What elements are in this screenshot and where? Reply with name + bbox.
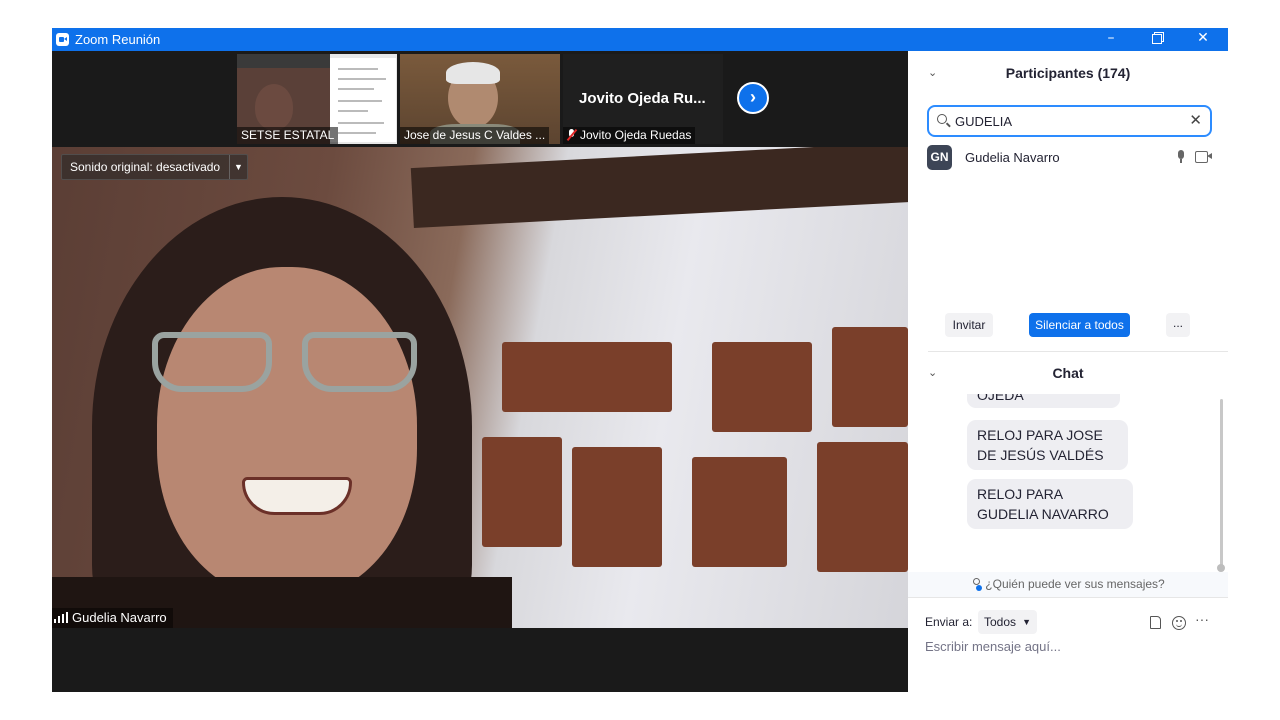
active-speaker-video: Sonido original: desactivado ▼ Gudelia N… [52, 147, 908, 628]
chevron-down-icon[interactable]: ⌄ [928, 353, 937, 393]
chat-message: RELOJ PARA GUDELIA NAVARRO [967, 479, 1133, 529]
speaker-face [157, 267, 417, 597]
participant-row[interactable]: GN Gudelia Navarro [927, 145, 1217, 171]
restore-icon [1152, 34, 1162, 44]
thumbnail-strip: SETSE ESTATAL Jose de Jesus C Valdes ...… [52, 51, 908, 147]
chat-message: RELOJ PARA JOSE DE JESÚS VALDÉS [967, 420, 1128, 470]
mic-icon[interactable] [1177, 150, 1185, 163]
send-to-label: Enviar a: [925, 615, 973, 629]
chat-messages: OJEDA RELOJ PARA JOSE DE JESÚS VALDÉS RE… [908, 394, 1228, 570]
mute-all-button[interactable]: Silenciar a todos [1029, 313, 1130, 337]
scrollbar-thumb[interactable] [1217, 564, 1225, 572]
zoom-window: Zoom Reunión – ✕ SETSE ESTATAL Jose de J… [52, 28, 1228, 692]
signal-strength-icon [54, 612, 68, 623]
clear-icon[interactable]: ✕ [1189, 111, 1202, 129]
thumbnail-name: SETSE ESTATAL [237, 127, 339, 144]
shared-document [330, 58, 396, 142]
minimize-button[interactable]: – [1088, 28, 1134, 51]
video-area: SETSE ESTATAL Jose de Jesus C Valdes ...… [52, 51, 908, 692]
zoom-app-icon [56, 33, 69, 46]
window-title: Zoom Reunión [75, 32, 161, 47]
invite-button[interactable]: Invitar [945, 313, 993, 337]
original-sound-label: Sonido original: desactivado [70, 160, 221, 174]
maximize-button[interactable] [1134, 28, 1180, 51]
thumbnail-name: Jovito Ojeda Ruedas [580, 128, 692, 142]
participant-search[interactable]: ✕ [927, 105, 1212, 137]
video-bottom-area [52, 628, 908, 692]
close-button[interactable]: ✕ [1180, 28, 1226, 51]
divider [928, 351, 1228, 352]
chat-message: OJEDA [967, 394, 1120, 408]
participants-title: Participantes (174) [1005, 65, 1131, 81]
chevron-down-icon[interactable]: ⌄ [928, 53, 937, 93]
caret-down-icon[interactable]: ▼ [229, 155, 247, 179]
divider [908, 597, 1228, 598]
speaker-name-tag: Gudelia Navarro [52, 608, 173, 628]
thumbnail-display-name: Jovito Ojeda Ru... [579, 90, 706, 107]
title-bar: Zoom Reunión – ✕ [52, 28, 1228, 51]
side-panel: ⌄ Participantes (174) ✕ GN Gudelia Navar… [908, 51, 1228, 692]
participant-name: Gudelia Navarro [965, 150, 1060, 165]
send-to-dropdown[interactable]: Todos ▼ [978, 610, 1037, 634]
chat-title: Chat [1052, 365, 1084, 381]
avatar: GN [927, 145, 952, 170]
send-to-value: Todos [984, 615, 1017, 629]
person-icon [971, 578, 983, 591]
chat-message-input[interactable] [925, 636, 1215, 656]
participants-header: ⌄ Participantes (174) [908, 53, 1228, 93]
who-can-see-link[interactable]: ¿Quién puede ver sus mensajes? [908, 572, 1228, 597]
emoji-icon[interactable] [1172, 616, 1186, 630]
file-icon[interactable] [1150, 616, 1161, 629]
thumbnail-name-muted: Jovito Ojeda Ruedas [563, 127, 696, 144]
video-thumbnail[interactable]: Jose de Jesus C Valdes ... [400, 54, 560, 144]
participant-search-input[interactable] [955, 111, 1175, 131]
more-icon[interactable]: ··· [1195, 611, 1209, 627]
next-page-arrow-icon[interactable]: › [737, 82, 769, 114]
chevron-down-icon: ▼ [1022, 617, 1031, 627]
search-icon [937, 114, 947, 124]
who-can-see-text: ¿Quién puede ver sus mensajes? [985, 577, 1165, 591]
more-options-button[interactable]: ... [1166, 313, 1190, 337]
chat-scrollbar[interactable] [1220, 399, 1223, 566]
video-thumbnail[interactable]: SETSE ESTATAL [237, 54, 397, 144]
thumbnail-name: Jose de Jesus C Valdes ... [400, 127, 550, 144]
chat-header: ⌄ Chat [908, 353, 1228, 393]
muted-mic-icon [567, 129, 576, 141]
original-sound-dropdown[interactable]: Sonido original: desactivado ▼ [61, 154, 248, 180]
participant-video [255, 84, 293, 130]
speaker-name: Gudelia Navarro [72, 610, 167, 625]
camera-icon[interactable] [1195, 151, 1212, 163]
video-thumbnail[interactable]: Jovito Ojeda Ru... Jovito Ojeda Ruedas [563, 54, 723, 144]
